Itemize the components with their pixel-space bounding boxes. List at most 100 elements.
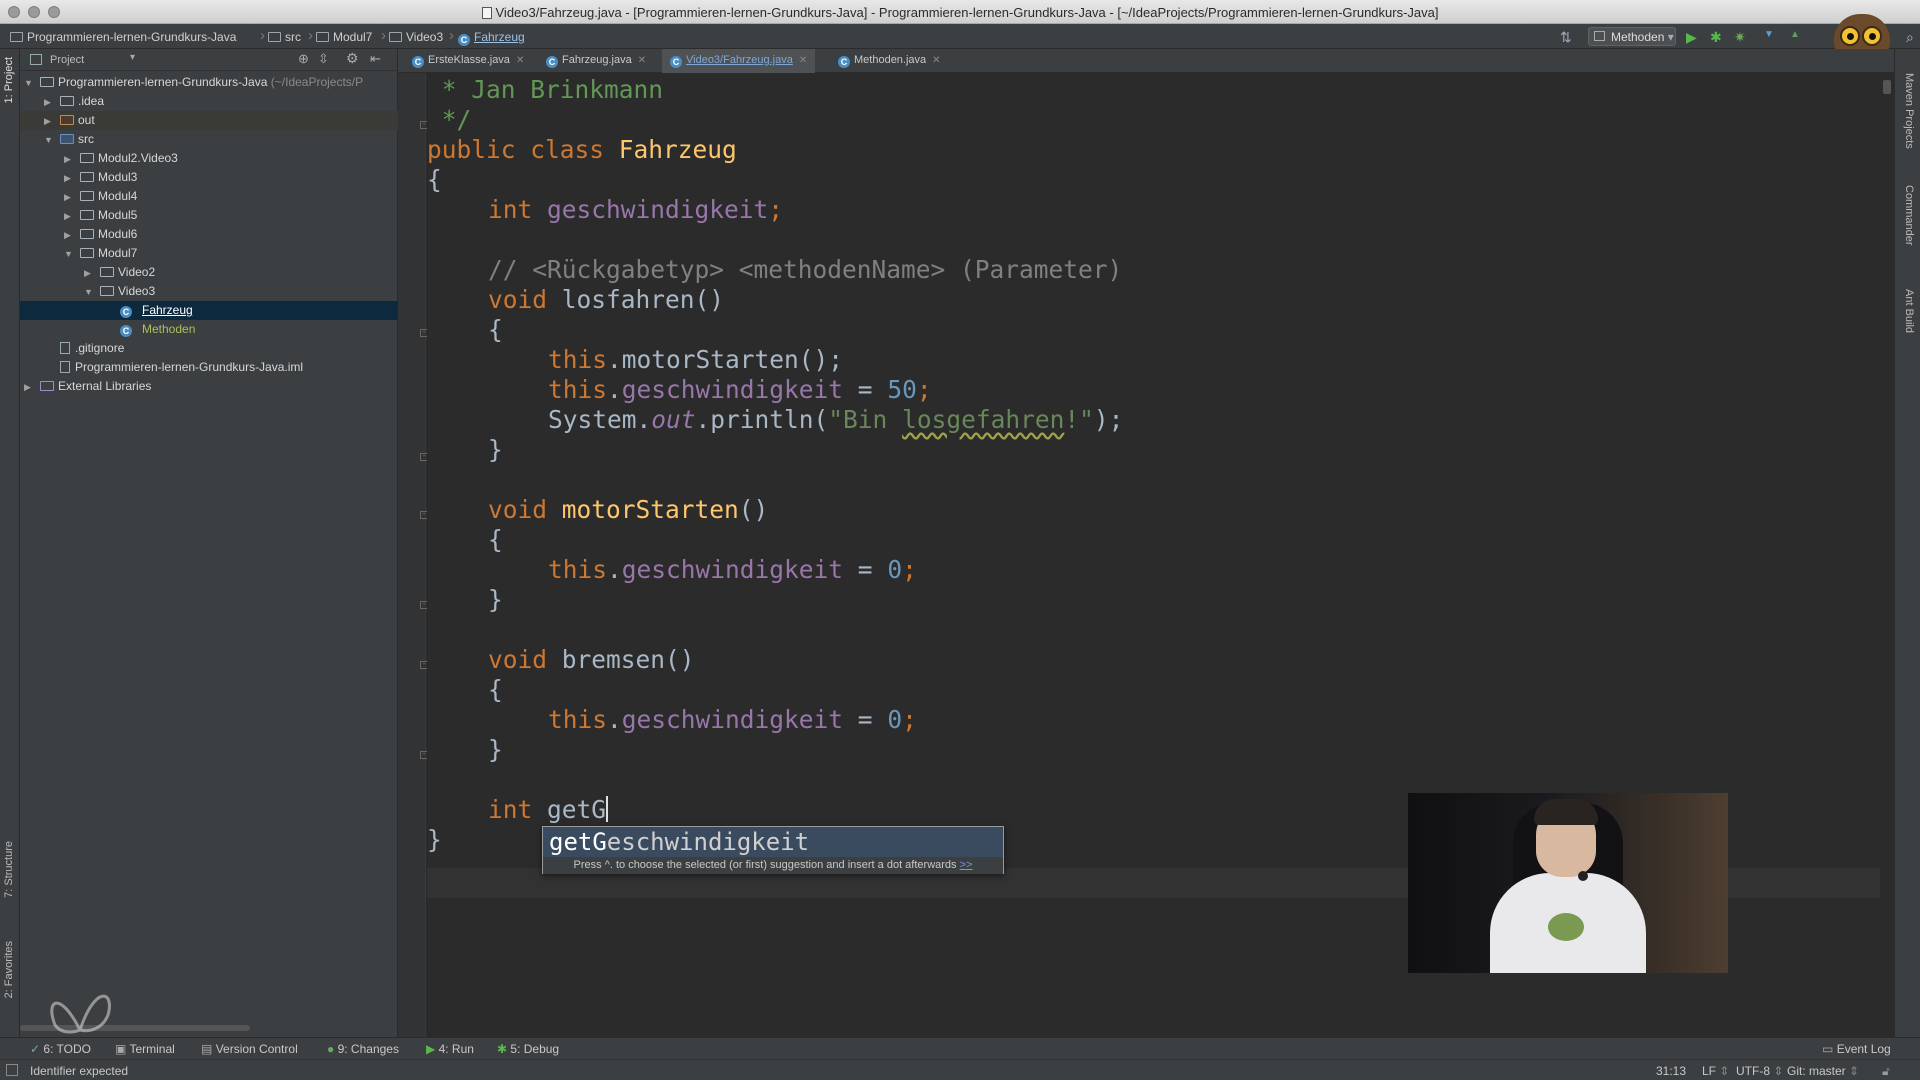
code-line: {: [488, 525, 503, 554]
editor-tabs: C ErsteKlasse.java ✕ C Fahrzeug.java ✕ C Vide…: [398, 49, 1920, 73]
tool-window-changes[interactable]: ● 9: Changes: [327, 1042, 399, 1056]
package-icon: [80, 153, 94, 163]
project-panel: Project ▾ ⊕ ⇳ ⚙ ⇤ ▼ Programmieren-lernen-…: [20, 49, 398, 1037]
editor-gutter[interactable]: [398, 73, 426, 1037]
tab-erste-klasse[interactable]: C ErsteKlasse.java ✕: [404, 49, 532, 73]
close-icon[interactable]: ✕: [799, 55, 807, 66]
class-icon: C: [546, 56, 558, 68]
tree-item-out[interactable]: ▶ out: [20, 111, 398, 130]
tree-item-modul3[interactable]: ▶ Modul3: [20, 168, 398, 187]
chevron-right-icon: ▶: [24, 382, 31, 392]
tool-window-terminal[interactable]: ▣ Terminal: [115, 1042, 175, 1056]
file-encoding[interactable]: UTF-8 ⇕: [1736, 1064, 1783, 1078]
collapse-all-icon[interactable]: ⇳: [318, 51, 329, 67]
project-panel-title[interactable]: Project: [50, 54, 84, 66]
class-icon: C: [120, 325, 132, 337]
vertical-scrollbar[interactable]: [1880, 73, 1894, 1037]
code-line: this.geschwindigkeit = 50;: [548, 375, 932, 404]
hoodie-owl-logo: [1548, 913, 1584, 941]
chevron-updown-icon: ⇕: [1849, 1064, 1860, 1078]
breadcrumb-video3[interactable]: Video3: [389, 30, 443, 44]
tool-window-debug[interactable]: ✱ 5: Debug: [497, 1042, 559, 1056]
code-line: public class Fahrzeug: [427, 135, 737, 164]
tree-item-gitignore[interactable]: .gitignore: [20, 339, 398, 358]
tool-window-maven[interactable]: Maven Projects: [1903, 73, 1915, 149]
vcs-branch-icon[interactable]: ⇅: [1560, 29, 1572, 46]
tree-item-modul4[interactable]: ▶ Modul4: [20, 187, 398, 206]
breadcrumb-modul7[interactable]: Modul7: [316, 30, 372, 44]
vcs-update-icon[interactable]: ▼: [1764, 29, 1774, 40]
package-icon: [80, 172, 94, 182]
autocomplete-suggestion[interactable]: getGeschwindigkeit: [543, 827, 1003, 857]
tool-window-run[interactable]: ▶ 4: Run: [426, 1042, 474, 1056]
tree-item-modul2-video3[interactable]: ▶ Modul2.Video3: [20, 149, 398, 168]
gear-icon[interactable]: ⚙: [346, 50, 359, 67]
coverage-icon[interactable]: ✷: [1734, 29, 1746, 46]
package-icon: [80, 210, 94, 220]
close-icon[interactable]: ✕: [516, 55, 524, 66]
window-title: Video3/Fahrzeug.java - [Programmieren-le…: [0, 5, 1920, 20]
app-icon: [1594, 31, 1605, 41]
tab-fahrzeug[interactable]: C Fahrzeug.java ✕: [538, 49, 654, 73]
tool-window-ant-build[interactable]: Ant Build: [1903, 289, 1915, 333]
scroll-from-source-icon[interactable]: ⊕: [298, 51, 309, 67]
breadcrumb-project[interactable]: Programmieren-lernen-Grundkurs-Java: [10, 30, 236, 44]
package-icon: [100, 267, 114, 277]
chevron-down-icon[interactable]: ▾: [130, 52, 135, 63]
tree-item-modul5[interactable]: ▶ Modul5: [20, 206, 398, 225]
tree-item-methoden[interactable]: C Methoden: [20, 320, 398, 339]
code-line: * Jan Brinkmann: [427, 75, 664, 104]
webcam-person-hair: [1534, 799, 1598, 825]
tree-item-fahrzeug[interactable]: C Fahrzeug: [20, 301, 398, 320]
run-icon[interactable]: ▶: [1686, 29, 1697, 46]
tree-item-external-libraries[interactable]: ▶ External Libraries: [20, 377, 398, 396]
caret-position[interactable]: 31:13: [1656, 1064, 1686, 1078]
tab-video3-fahrzeug[interactable]: C Video3/Fahrzeug.java ✕: [662, 49, 816, 73]
tool-window-commander[interactable]: Commander: [1903, 185, 1915, 246]
package-icon: [80, 248, 94, 258]
folder-icon: [389, 32, 402, 42]
navigation-bar: Programmieren-lernen-Grundkurs-Java › sr…: [0, 24, 1920, 49]
class-icon: C: [458, 34, 470, 46]
more-hints-link[interactable]: >>: [960, 859, 973, 871]
tree-item-modul6[interactable]: ▶ Modul6: [20, 225, 398, 244]
breadcrumb-src[interactable]: src: [268, 30, 301, 44]
scrollbar-thumb[interactable]: [1883, 80, 1891, 94]
tree-item-modul7[interactable]: ▼ Modul7: [20, 244, 398, 263]
lock-icon[interactable]: 🔓︎: [1882, 1064, 1890, 1079]
tree-item-src[interactable]: ▼ src: [20, 130, 398, 149]
tree-item-project-root[interactable]: ▼ Programmieren-lernen-Grundkurs-Java (~/…: [20, 73, 398, 92]
line-separator[interactable]: LF ⇕: [1702, 1064, 1729, 1078]
class-icon: C: [120, 306, 132, 318]
tree-item-video2[interactable]: ▶ Video2: [20, 263, 398, 282]
search-icon[interactable]: ⌕: [1906, 29, 1914, 46]
toggle-tool-windows-icon[interactable]: [6, 1064, 18, 1076]
vcs-commit-icon[interactable]: ▲: [1790, 29, 1800, 40]
tool-window-structure[interactable]: 7: Structure: [3, 841, 15, 898]
tool-window-version-control[interactable]: ▤ Version Control: [201, 1042, 298, 1056]
tree-item-idea[interactable]: ▶ .idea: [20, 92, 398, 111]
left-tool-stripe: 1: Project 7: Structure 2: Favorites: [0, 49, 20, 1052]
code-line: this.motorStarten();: [548, 345, 844, 374]
library-icon: [40, 381, 54, 391]
run-configuration-select[interactable]: Methoden ▾: [1588, 27, 1676, 46]
close-icon[interactable]: ✕: [638, 55, 646, 66]
tab-methoden[interactable]: C Methoden.java ✕: [830, 49, 949, 73]
tree-item-iml[interactable]: Programmieren-lernen-Grundkurs-Java.iml: [20, 358, 398, 377]
breadcrumb-fahrzeug[interactable]: C Fahrzeug: [458, 30, 525, 46]
status-bar: Identifier expected 31:13 LF ⇕ UTF-8 ⇕ G…: [0, 1059, 1920, 1080]
debug-icon[interactable]: ✱: [1710, 29, 1722, 46]
tree-item-video3[interactable]: ▼ Video3: [20, 282, 398, 301]
git-branch[interactable]: Git: master ⇕: [1787, 1064, 1859, 1078]
chevron-right-icon: ▶: [64, 154, 71, 164]
chevron-right-icon: ▶: [84, 268, 91, 278]
chevron-updown-icon: ⇕: [1719, 1064, 1730, 1078]
tool-window-project[interactable]: 1: Project: [3, 57, 15, 103]
tool-window-todo[interactable]: ✓ 6: TODO: [30, 1042, 91, 1056]
hide-panel-icon[interactable]: ⇤: [370, 51, 381, 67]
code-line: // <Rückgabetyp> <methodenName> (Paramet…: [488, 255, 1123, 284]
source-folder-icon: [60, 134, 74, 144]
tool-window-event-log[interactable]: ▭ Event Log: [1822, 1042, 1891, 1056]
close-icon[interactable]: ✕: [932, 55, 940, 66]
tool-window-favorites[interactable]: 2: Favorites: [3, 941, 15, 998]
